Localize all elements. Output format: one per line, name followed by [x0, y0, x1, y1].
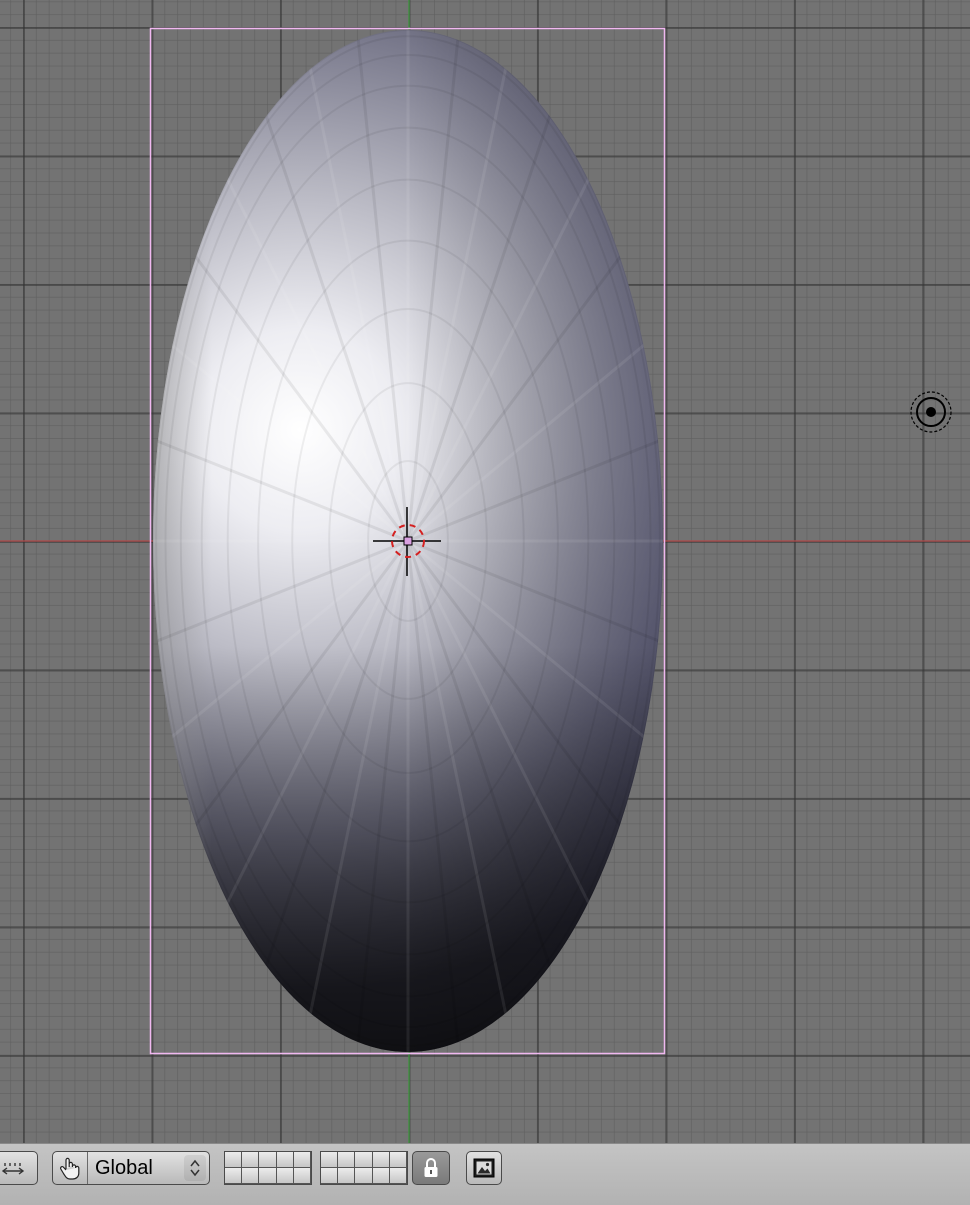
layer-lock-button[interactable] [412, 1151, 450, 1185]
view3d-header: Global [0, 1143, 970, 1205]
view-options-icon [1, 1163, 25, 1175]
layer-button[interactable] [355, 1152, 373, 1168]
layer-button[interactable] [225, 1168, 243, 1184]
layer-button[interactable] [355, 1168, 373, 1184]
layer-button[interactable] [259, 1168, 277, 1184]
up-down-arrows-icon [184, 1155, 206, 1181]
render-button[interactable] [466, 1151, 502, 1185]
hand-icon [53, 1152, 88, 1184]
layer-button[interactable] [242, 1168, 260, 1184]
layer-button[interactable] [225, 1152, 243, 1168]
lamp-icon[interactable] [910, 391, 952, 433]
layer-button[interactable] [293, 1152, 311, 1168]
layer-button[interactable] [259, 1152, 277, 1168]
3d-viewport[interactable] [0, 0, 970, 1143]
layer-button[interactable] [276, 1168, 294, 1184]
layer-button[interactable] [242, 1152, 260, 1168]
layer-button[interactable] [338, 1168, 356, 1184]
layer-button[interactable] [372, 1152, 390, 1168]
layer-button[interactable] [389, 1168, 407, 1184]
layer-button[interactable] [389, 1152, 407, 1168]
render-icon [473, 1158, 495, 1178]
layer-button[interactable] [321, 1152, 339, 1168]
layer-button[interactable] [276, 1152, 294, 1168]
layer-buttons-group-2[interactable] [320, 1151, 408, 1185]
view-options-button[interactable] [0, 1151, 38, 1185]
layer-buttons-group-1[interactable] [224, 1151, 312, 1185]
orientation-value: Global [95, 1156, 153, 1179]
layer-button[interactable] [321, 1168, 339, 1184]
layer-button[interactable] [372, 1168, 390, 1184]
layer-button[interactable] [293, 1168, 311, 1184]
lock-icon [424, 1158, 438, 1177]
layer-button[interactable] [338, 1152, 356, 1168]
viewport-scene[interactable] [0, 0, 970, 1143]
orientation-select[interactable]: Global [52, 1151, 210, 1185]
